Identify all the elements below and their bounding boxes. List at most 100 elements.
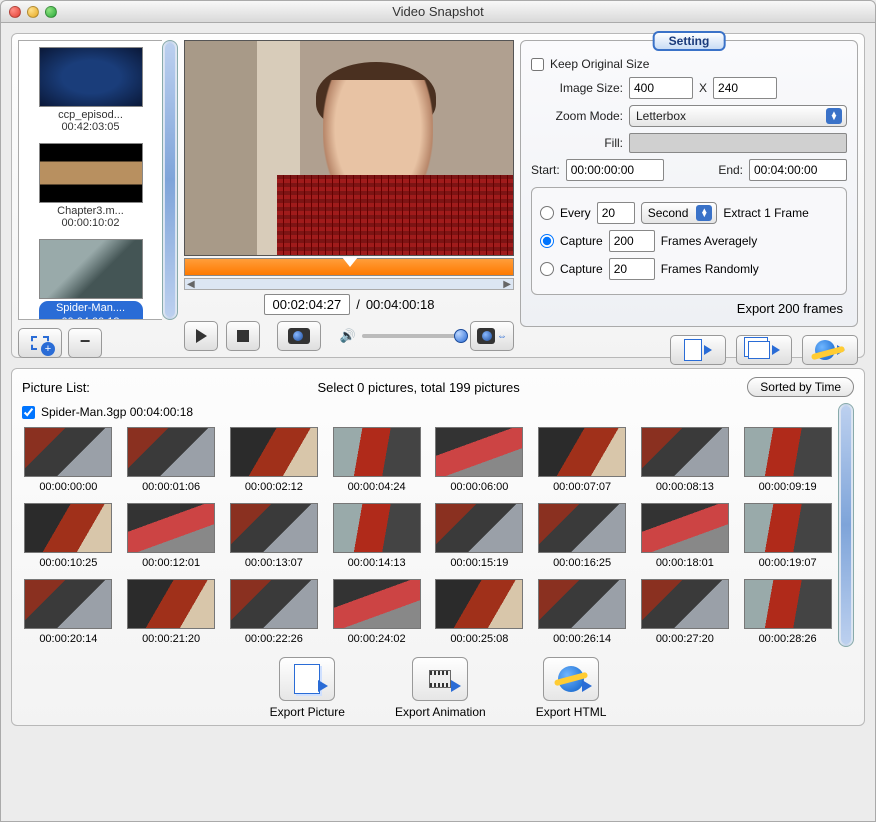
timeline[interactable] [184,258,514,276]
thumb-time: 00:00:08:13 [639,481,732,493]
range-track[interactable]: ◀▶ [184,278,514,290]
export-picture-button[interactable] [279,657,335,701]
picture-thumb[interactable]: 00:00:25:08 [433,579,526,645]
picture-thumb[interactable]: 00:00:06:00 [433,427,526,493]
remove-source-button[interactable]: − [68,328,102,358]
capture-avg-radio[interactable] [540,234,554,248]
source-item-name: Spider-Man.... [39,301,143,315]
picture-thumb[interactable]: 00:00:27:20 [639,579,732,645]
thumb-time: 00:00:12:01 [125,557,218,569]
settings-tab[interactable]: Setting [653,31,726,51]
image-width-input[interactable] [629,77,693,99]
keep-original-checkbox[interactable] [531,58,544,71]
picture-thumb[interactable]: 00:00:00:00 [22,427,115,493]
group-checkbox[interactable] [22,406,35,419]
browser-icon [815,340,835,360]
picture-thumb[interactable]: 00:00:01:06 [125,427,218,493]
volume-knob[interactable] [454,329,468,343]
export-picture-shortcut-button[interactable] [670,335,726,365]
arrow-right-icon [451,680,461,692]
every-unit-select[interactable]: Second ▲▼ [641,202,718,224]
picture-thumb[interactable]: 00:00:26:14 [536,579,629,645]
thumb-time: 00:00:07:07 [536,481,629,493]
range-end-handle[interactable]: ▶ [503,279,511,290]
picture-thumb[interactable]: 00:00:12:01 [125,503,218,569]
source-item-selected[interactable]: Spider-Man.... 00:04:00:18 [23,239,158,320]
picture-thumb[interactable]: 00:00:09:19 [741,427,834,493]
thumb-time: 00:00:00:00 [22,481,115,493]
end-label: End: [718,163,743,177]
export-animation-button[interactable] [412,657,468,701]
thumb-time: 00:00:15:19 [433,557,526,569]
playhead-icon[interactable] [342,257,358,267]
every-radio[interactable] [540,206,554,220]
play-button[interactable] [184,321,218,351]
film-icon [429,670,451,688]
arrow-right-icon [772,345,780,355]
picture-thumb[interactable]: 00:00:13:07 [228,503,321,569]
end-time-input[interactable] [749,159,847,181]
picture-thumb[interactable]: 00:00:20:14 [22,579,115,645]
picture-thumb[interactable]: 00:00:08:13 [639,427,732,493]
picture-thumb[interactable]: 00:00:10:25 [22,503,115,569]
zoom-mode-select[interactable]: Letterbox ▲▼ [629,105,847,127]
chevron-updown-icon: ▲▼ [696,205,712,221]
extract-mode-group: Every Second ▲▼ Extract 1 Frame Capture [531,187,847,295]
picture-list-scrollbar[interactable] [838,403,854,647]
export-html-label: Export HTML [536,705,607,719]
snapshot-range-button[interactable]: ⇔ [470,321,514,351]
picture-list-label: Picture List: [22,380,90,395]
thumbnail-image [127,427,215,477]
export-frame-count: Export 200 frames [531,301,847,316]
thumb-time: 00:00:21:20 [125,633,218,645]
titlebar: Video Snapshot [1,1,875,23]
image-size-label: Image Size: [531,81,623,95]
thumbnail-image [744,427,832,477]
image-height-input[interactable] [713,77,777,99]
thumb-time: 00:00:19:07 [741,557,834,569]
start-time-input[interactable] [566,159,664,181]
preview-frame[interactable] [184,40,514,256]
filmstrip-scrollbar[interactable] [162,40,178,320]
picture-thumb[interactable]: 00:00:24:02 [330,579,423,645]
volume-slider[interactable] [340,327,462,345]
thumbnail-image [538,579,626,629]
sort-button[interactable]: Sorted by Time [747,377,854,397]
export-picture-label: Export Picture [270,705,345,719]
stop-button[interactable] [226,321,260,351]
export-stack-shortcut-button[interactable] [736,335,792,365]
camera-icon [288,328,310,344]
picture-thumb[interactable]: 00:00:16:25 [536,503,629,569]
source-item[interactable]: ccp_episod... 00:42:03:05 [23,47,158,133]
picture-thumb[interactable]: 00:00:21:20 [125,579,218,645]
thumbnail-image [538,427,626,477]
add-source-button[interactable] [18,328,62,358]
source-filmstrip[interactable]: ccp_episod... 00:42:03:05 Chapter3.m... … [18,40,162,320]
arrow-right-icon [704,345,712,355]
every-value-input[interactable] [597,202,635,224]
source-item[interactable]: Chapter3.m... 00:00:10:02 [23,143,158,229]
range-start-handle[interactable]: ◀ [187,279,195,290]
thumb-time: 00:00:28:26 [741,633,834,645]
fill-color-well[interactable] [629,133,847,153]
thumb-time: 00:00:18:01 [639,557,732,569]
picture-thumb[interactable]: 00:00:14:13 [330,503,423,569]
picture-thumb[interactable]: 00:00:18:01 [639,503,732,569]
capture-rand-input[interactable] [609,258,655,280]
snapshot-button[interactable] [277,321,321,351]
picture-thumb[interactable]: 00:00:19:07 [741,503,834,569]
picture-thumb[interactable]: 00:00:02:12 [228,427,321,493]
picture-thumb[interactable]: 00:00:22:26 [228,579,321,645]
export-html-shortcut-button[interactable] [802,335,858,365]
export-html-button[interactable] [543,657,599,701]
app-window: Video Snapshot ccp_episod... 00:42:03:05 [0,0,876,822]
thumb-time: 00:00:25:08 [433,633,526,645]
picture-thumb[interactable]: 00:00:15:19 [433,503,526,569]
thumbnail-image [230,427,318,477]
picture-thumb[interactable]: 00:00:28:26 [741,579,834,645]
picture-thumb[interactable]: 00:00:04:24 [330,427,423,493]
source-item-time: 00:04:00:18 [39,315,143,320]
capture-rand-radio[interactable] [540,262,554,276]
capture-avg-input[interactable] [609,230,655,252]
picture-thumb[interactable]: 00:00:07:07 [536,427,629,493]
